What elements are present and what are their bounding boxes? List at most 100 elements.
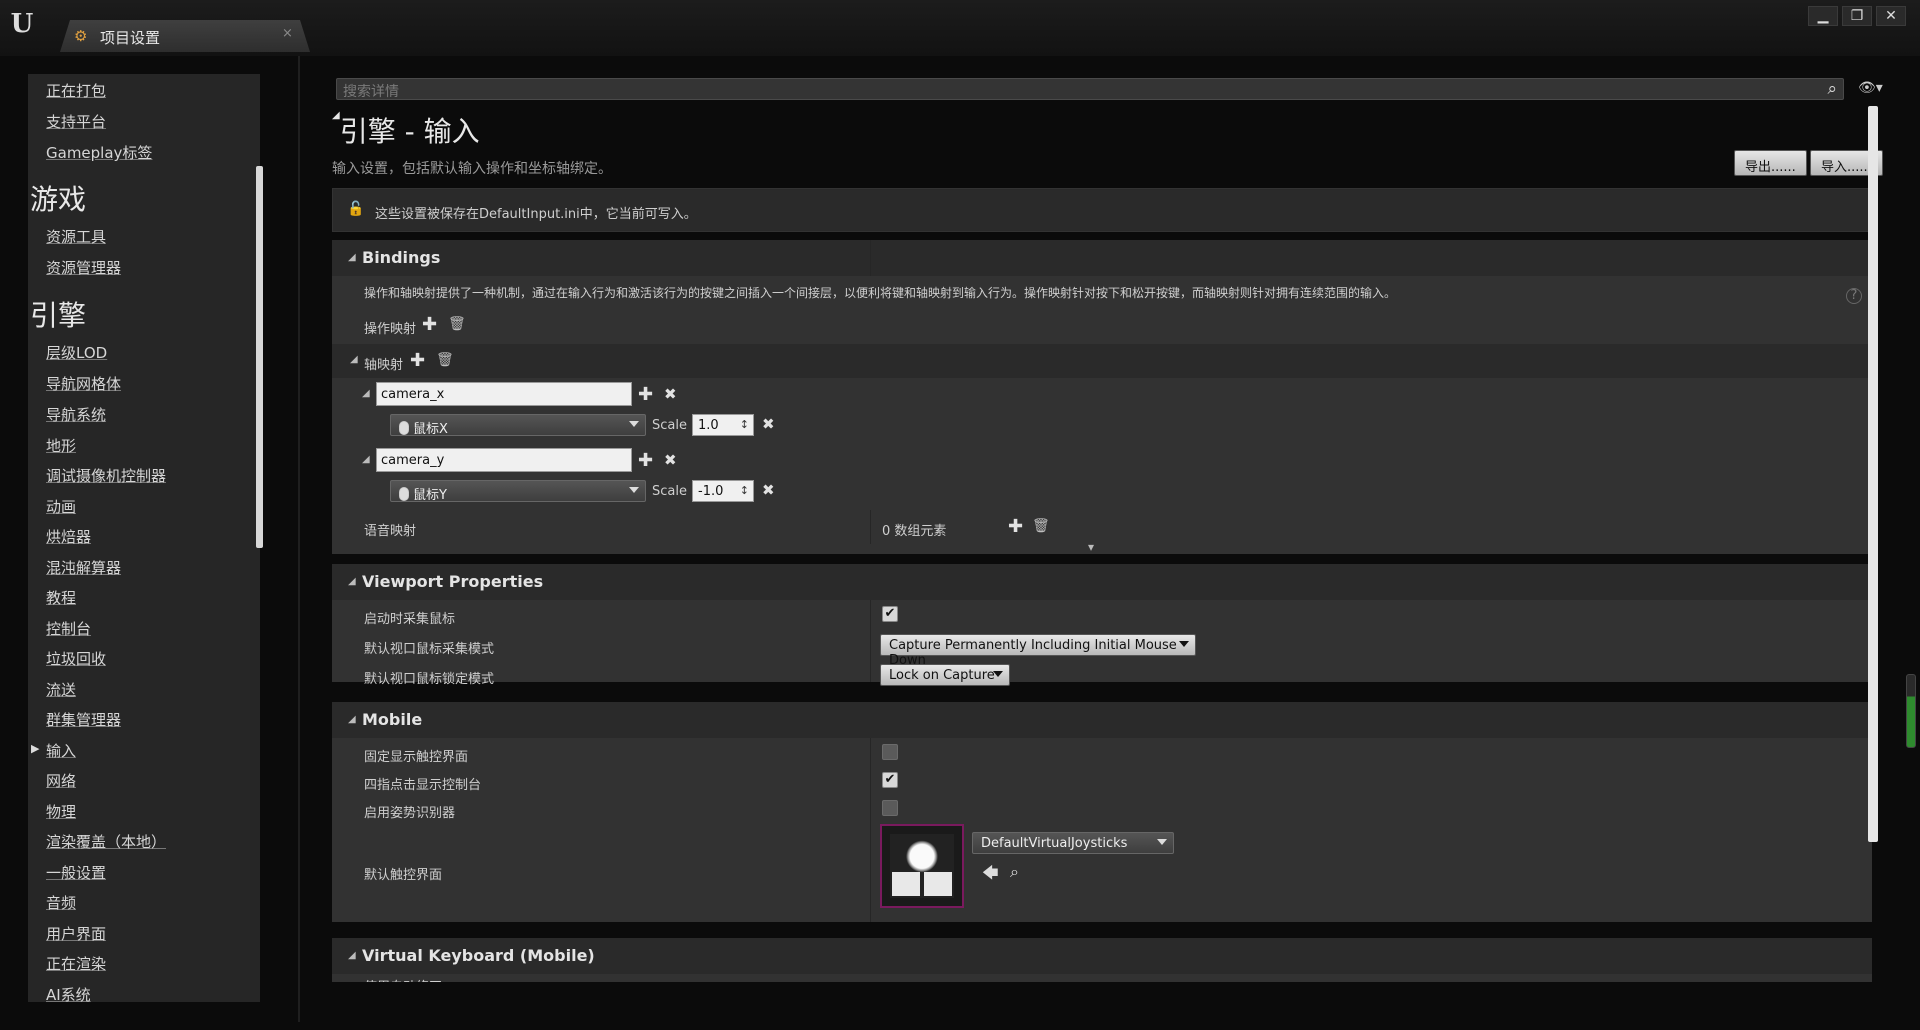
remove-key-icon[interactable]: ✖ <box>762 415 775 433</box>
unreal-logo-icon[interactable]: U <box>6 8 38 40</box>
collapse-triangle-icon[interactable]: ◢ <box>348 252 356 263</box>
capture-mode-label: 默认视口鼠标采集模式 <box>364 642 495 657</box>
speech-mappings-label: 语音映射 <box>364 524 417 539</box>
search-input[interactable]: 搜索详情 ⌕ <box>336 78 1844 100</box>
collapse-triangle-icon[interactable]: ◢ <box>348 576 356 587</box>
axis-key-select[interactable]: 鼠标Y <box>390 480 646 503</box>
lock-mode-select[interactable]: Lock on Capture <box>880 664 1010 686</box>
sidebar-item-asset-tools[interactable]: 资源工具 <box>46 226 106 247</box>
sidebar-item-rendering[interactable]: 正在渲染 <box>46 953 106 974</box>
remove-key-icon[interactable]: ✖ <box>762 481 775 499</box>
use-selected-arrow-icon[interactable]: 🡄 <box>982 862 999 889</box>
four-finger-console-checkbox[interactable]: ✔ <box>882 772 898 788</box>
expand-arrow-icon[interactable]: ▾ <box>1088 540 1094 554</box>
sidebar-scrollbar[interactable] <box>256 166 263 548</box>
sidebar-item-cooker[interactable]: 烘焙器 <box>46 526 91 547</box>
view-options-eye-icon[interactable]: 👁▾ <box>1858 80 1883 96</box>
sidebar-item-network[interactable]: 网络 <box>46 770 76 791</box>
collapse-triangle-icon[interactable]: ◢ <box>348 714 356 725</box>
sidebar-item-gameplay-tags[interactable]: Gameplay标签 <box>46 142 152 163</box>
touch-interface-thumbnail[interactable] <box>880 824 964 908</box>
delete-axes-icon[interactable]: 🗑 <box>436 352 454 368</box>
help-icon[interactable]: ? <box>1846 288 1862 304</box>
delete-actions-icon[interactable]: 🗑 <box>448 316 466 332</box>
window-controls: ▁ ❐ ✕ <box>1808 6 1906 26</box>
sidebar-item-input[interactable]: 输入 <box>46 740 76 761</box>
export-button[interactable]: 导出...... <box>1734 150 1807 176</box>
sidebar-item-asset-manager[interactable]: 资源管理器 <box>46 257 121 278</box>
sidebar-item-animation[interactable]: 动画 <box>46 496 76 517</box>
vkeyboard-header[interactable]: ◢ Virtual Keyboard (Mobile) <box>332 938 1872 974</box>
capture-mouse-checkbox[interactable]: ✔ <box>882 606 898 622</box>
collapse-triangle-icon[interactable]: ◢ <box>362 388 370 399</box>
sidebar-item-chaos-solver[interactable]: 混沌解算器 <box>46 557 121 578</box>
capture-mode-select[interactable]: Capture Permanently Including Initial Mo… <box>880 634 1196 668</box>
sidebar-item-render-override[interactable]: 渲染覆盖（本地） <box>46 831 166 852</box>
tab-close-icon[interactable]: × <box>282 26 293 41</box>
sidebar-item-ai-system[interactable]: AI系统 <box>46 984 91 1002</box>
bindings-header[interactable]: ◢ Bindings <box>332 240 1872 276</box>
config-info-text: 这些设置被保存在DefaultInput.ini中，它当前可写入。 <box>375 207 697 222</box>
sidebar-item-debug-camera[interactable]: 调试摄像机控制器 <box>46 465 166 486</box>
axis-name-field[interactable]: camera_y <box>376 448 632 472</box>
search-icon[interactable]: ⌕ <box>1827 79 1837 99</box>
tab-project-settings[interactable]: ⚙ 项目设置 × <box>60 20 310 52</box>
close-window-button[interactable]: ✕ <box>1876 6 1906 26</box>
sidebar-item-hlod[interactable]: 层级LOD <box>46 342 107 363</box>
column-divider <box>870 600 871 682</box>
sidebar-item-packaging[interactable]: 正在打包 <box>46 80 106 101</box>
add-action-icon[interactable]: ✚ <box>422 314 437 335</box>
lock-mode-label: 默认视口鼠标锁定模式 <box>364 672 495 687</box>
settings-gear-icon: ⚙ <box>74 27 88 45</box>
sidebar-item-landscape[interactable]: 地形 <box>46 435 76 456</box>
details-scrollbar[interactable] <box>1868 106 1878 842</box>
touch-interface-select[interactable]: DefaultVirtualJoysticks <box>972 832 1174 854</box>
sidebar-item-audio[interactable]: 音频 <box>46 892 76 913</box>
sidebar-item-platforms[interactable]: 支持平台 <box>46 111 106 132</box>
collapse-triangle-icon[interactable]: ◢ <box>332 110 340 121</box>
remove-axis-icon[interactable]: ✖ <box>664 451 677 469</box>
delete-speech-icon[interactable]: 🗑 <box>1032 518 1050 534</box>
add-axis-key-icon[interactable]: ✚ <box>638 384 653 405</box>
sidebar-item-crowd-manager[interactable]: 群集管理器 <box>46 709 121 730</box>
mobile-header[interactable]: ◢ Mobile <box>332 702 1872 738</box>
sidebar-item-nav-system[interactable]: 导航系统 <box>46 404 106 425</box>
sidebar-item-garbage-collection[interactable]: 垃圾回收 <box>46 648 106 669</box>
speech-array-count: 0 数组元素 <box>882 524 947 539</box>
page-title: ◢引擎 - 输入 <box>332 110 480 148</box>
gesture-recognizer-checkbox[interactable] <box>882 800 898 816</box>
sidebar-category-engine: 引擎 <box>30 299 87 332</box>
column-divider <box>870 510 871 544</box>
sidebar-item-general[interactable]: 一般设置 <box>46 862 106 883</box>
sidebar-item-console[interactable]: 控制台 <box>46 618 91 639</box>
axis-name-field[interactable]: camera_x <box>376 382 632 406</box>
sidebar-splitter[interactable] <box>298 56 300 1022</box>
collapse-triangle-icon[interactable]: ◢ <box>350 354 358 365</box>
sidebar-item-tutorials[interactable]: 教程 <box>46 587 76 608</box>
scale-label: Scale <box>652 418 687 433</box>
always-show-touch-checkbox[interactable] <box>882 744 898 760</box>
scale-arrow-icon[interactable]: ↕ <box>740 418 749 431</box>
minimize-button[interactable]: ▁ <box>1808 6 1838 26</box>
browse-asset-icon[interactable]: ⌕ <box>1010 862 1019 882</box>
viewport-header[interactable]: ◢ Viewport Properties <box>332 564 1872 600</box>
scale-input[interactable]: 1.0 ↕ <box>692 414 754 436</box>
tab-label: 项目设置 <box>100 29 161 47</box>
add-axis-icon[interactable]: ✚ <box>410 350 425 371</box>
sidebar-item-physics[interactable]: 物理 <box>46 801 76 822</box>
add-axis-key-icon[interactable]: ✚ <box>638 450 653 471</box>
sidebar-item-ui[interactable]: 用户界面 <box>46 923 106 944</box>
collapse-triangle-icon[interactable]: ◢ <box>348 950 356 961</box>
maximize-button[interactable]: ❐ <box>1842 6 1872 26</box>
remove-axis-icon[interactable]: ✖ <box>664 385 677 403</box>
scale-input[interactable]: -1.0 ↕ <box>692 480 754 502</box>
viewport-panel: ◢ Viewport Properties 启动时采集鼠标 ✔ 默认视口鼠标采集… <box>332 564 1872 687</box>
add-speech-icon[interactable]: ✚ <box>1008 516 1023 537</box>
collapse-triangle-icon[interactable]: ◢ <box>362 454 370 465</box>
scale-arrow-icon[interactable]: ↕ <box>740 484 749 497</box>
sidebar-item-navmesh[interactable]: 导航网格体 <box>46 373 121 394</box>
sidebar-item-streaming[interactable]: 流送 <box>46 679 76 700</box>
bindings-description: 操作和轴映射提供了一种机制，通过在输入行为和激活该行为的按键之间插入一个间接层，… <box>364 286 1397 300</box>
axis-key-select[interactable]: 鼠标X <box>390 414 646 437</box>
mouse-icon <box>399 421 409 435</box>
